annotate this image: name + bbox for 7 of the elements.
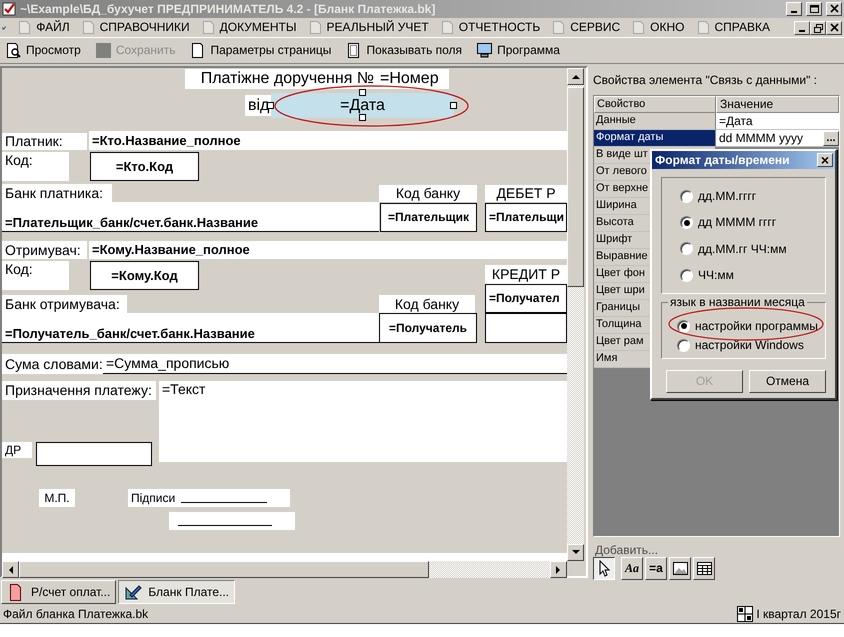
status-text: Файл бланка Платежка.bk — [3, 606, 148, 622]
panel-title: Свойства элемента "Связь с данными" : — [593, 72, 818, 90]
dialog-title: Формат даты/времени — [655, 152, 790, 168]
window-title: ~\Example\БД_бухучет ПРЕДПРИНИМАТЕЛЬ 4.2 - [Бланк Платежка.bk] — [20, 2, 436, 16]
period-text: I квартал 2015г — [756, 606, 841, 622]
add-label: Добавить... — [595, 542, 658, 557]
signature-label: Підписи — [131, 490, 176, 506]
